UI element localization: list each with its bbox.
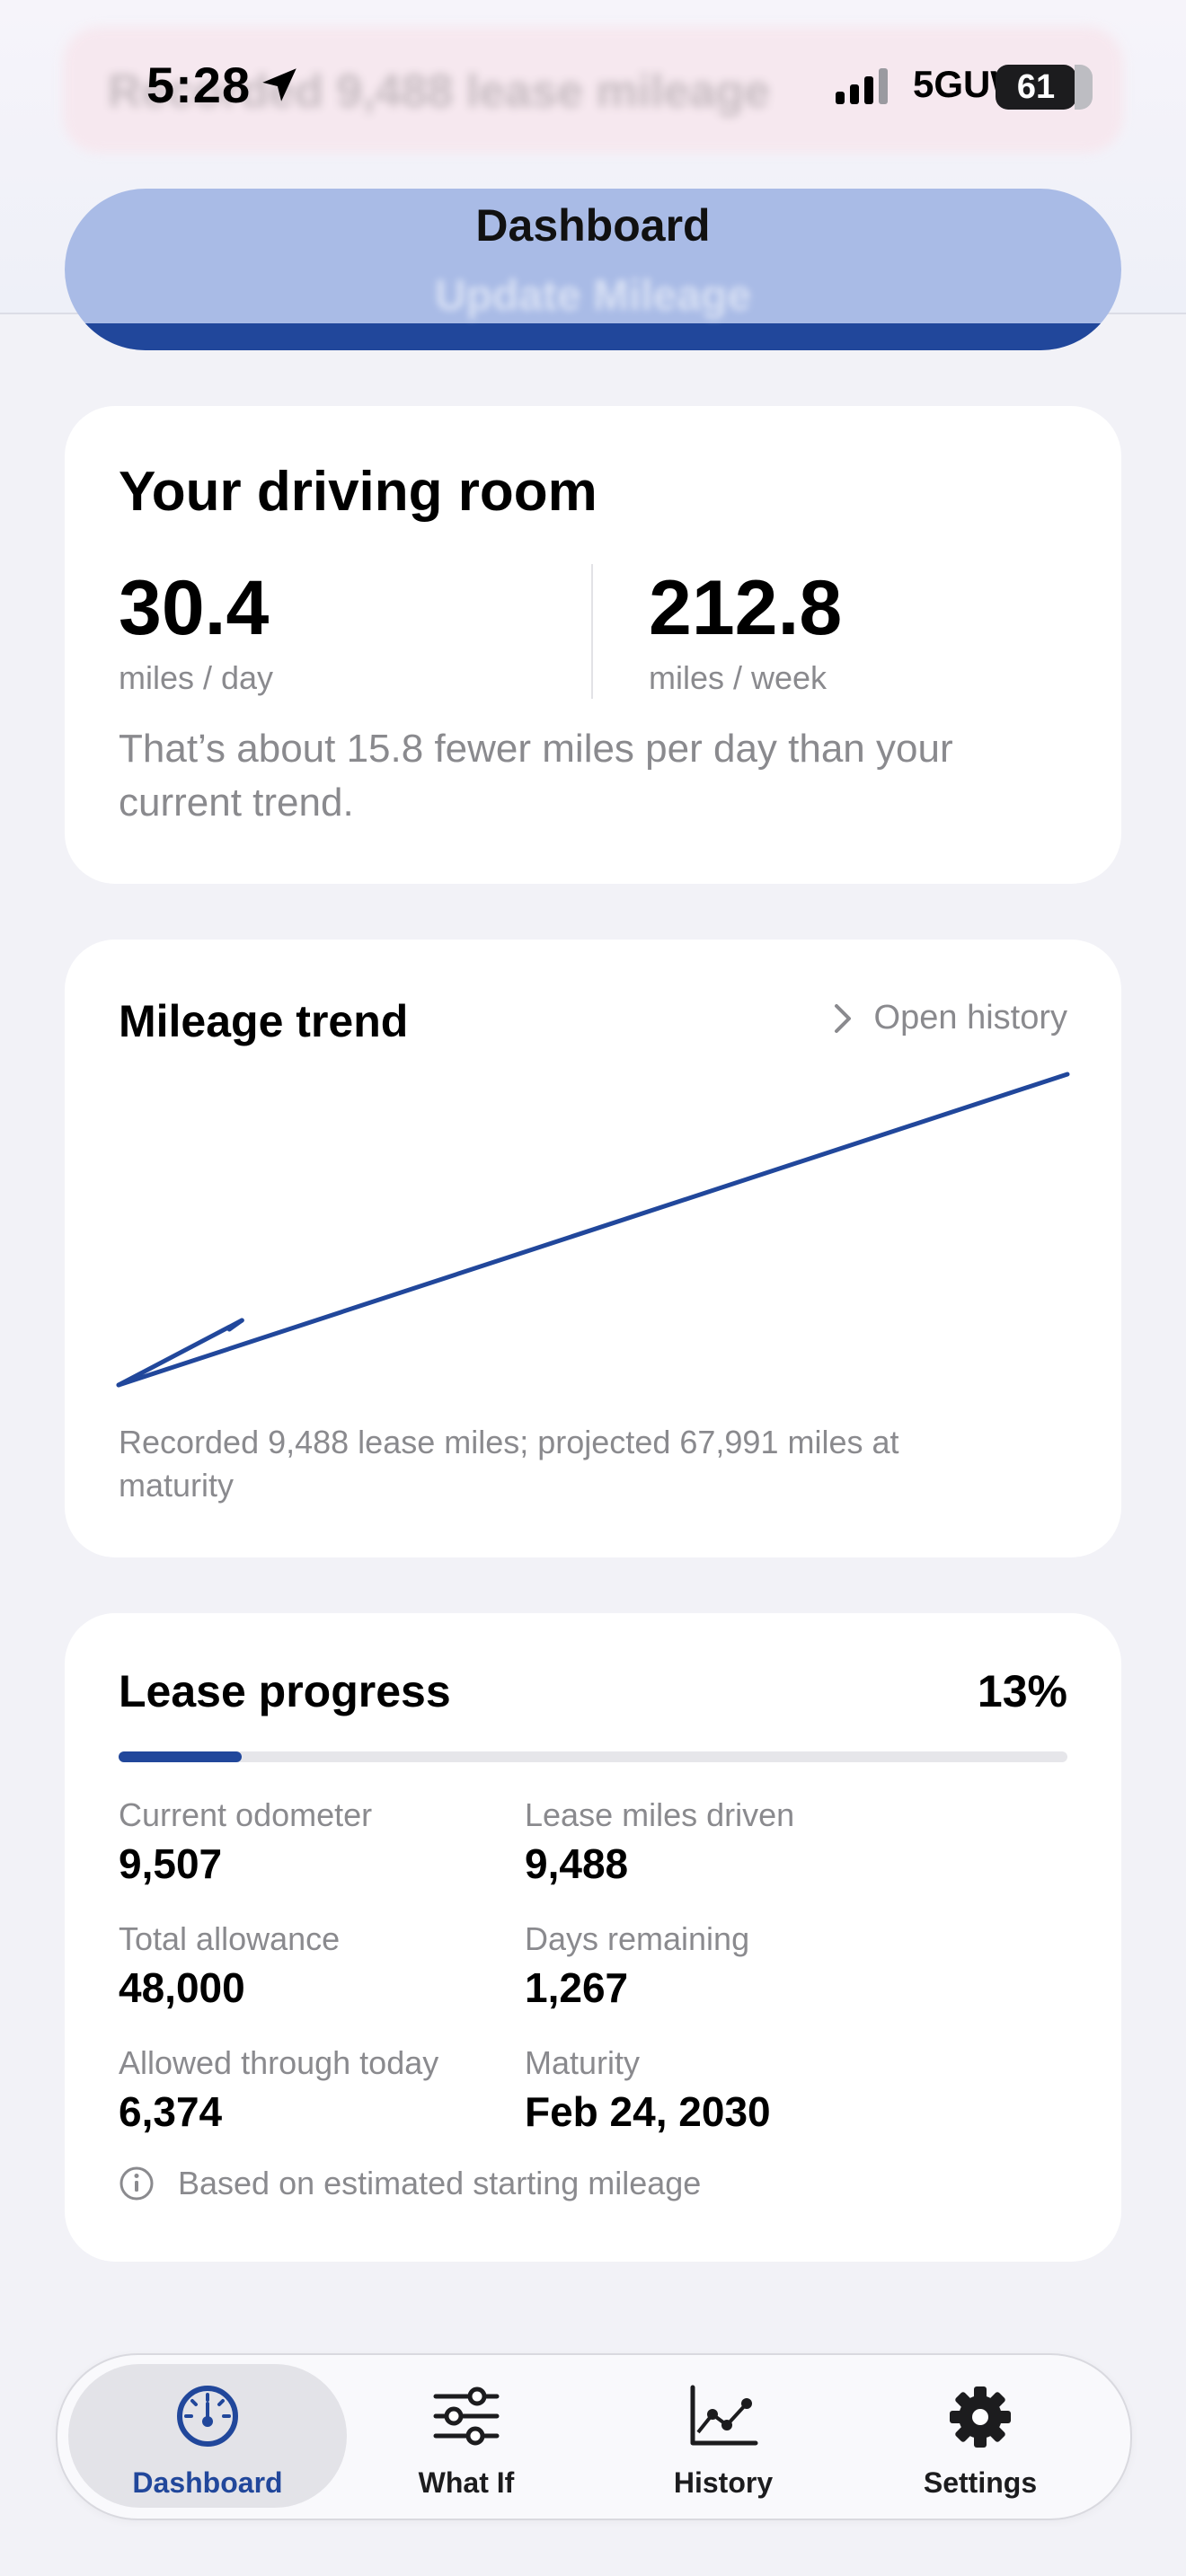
stat-label-total-allowance: Total allowance [119,1920,341,1957]
info-icon [119,2166,154,2201]
page-title: Dashboard [475,200,711,251]
location-arrow-icon [262,68,296,101]
tab-bar: Dashboard What If History Settings [56,2353,1132,2520]
tab-dashboard[interactable]: Dashboard [68,2364,347,2508]
tab-settings[interactable]: Settings [841,2364,1120,2508]
tab-history-label: History [673,2466,774,2499]
miles-per-day-unit: miles / day [119,659,274,696]
mileage-trend-card: Mileage trend Open history Recorded 9,48… [65,940,1121,1557]
stat-value-maturity: Feb 24, 2030 [525,2088,771,2135]
tab-what-if[interactable]: What If [327,2364,606,2508]
stat-divider [591,564,593,699]
cellular-signal-icon [836,68,888,104]
driving-room-note: That’s about 15.8 fewer miles per day th… [119,727,953,825]
projected-mileage-line [116,1072,1070,1388]
tab-history[interactable]: History [584,2364,863,2508]
driving-room-card: Your driving room 30.4 miles / day 212.8… [65,406,1121,884]
tab-what-if-label: What If [418,2466,515,2499]
battery-icon: 61 [996,65,1093,110]
gear-icon [950,2386,1011,2448]
mileage-trend-chart [116,1072,1070,1388]
sliders-icon [433,2386,500,2446]
update-button-bottom-edge [65,323,1121,350]
lease-progress-fill [119,1751,242,1762]
stat-label-days-remaining: Days remaining [525,1920,750,1957]
lease-progress-percent: 13% [977,1666,1067,1716]
lease-progress-bar [119,1751,1067,1762]
tab-dashboard-label: Dashboard [132,2466,283,2499]
status-time: 5:28 [146,57,252,113]
stat-label-current-odometer: Current odometer [119,1796,373,1833]
lease-progress-title: Lease progress [119,1666,451,1716]
status-bar: 5:28 5GUW 61 [0,0,1186,171]
estimated-start-label: Based on estimated starting mileage [178,2165,702,2201]
stat-value-current-odometer: 9,507 [119,1840,223,1887]
stat-label-lease-miles-driven: Lease miles driven [525,1796,795,1833]
estimated-start-note: Based on estimated starting mileage [119,2165,701,2202]
chart-icon [690,2385,758,2446]
update-mileage-label: Update Mileage [434,272,752,320]
stat-value-lease-miles-driven: 9,488 [525,1840,629,1887]
stat-value-allowed-through-today: 6,374 [119,2088,223,2135]
stat-value-days-remaining: 1,267 [525,1964,629,2011]
stat-label-maturity: Maturity [525,2044,641,2081]
gauge-icon [177,2386,238,2447]
mileage-trend-caption: Recorded 9,488 lease miles; projected 67… [119,1424,899,1504]
stat-value-total-allowance: 48,000 [119,1964,245,2011]
stat-label-allowed-through-today: Allowed through today [119,2044,439,2081]
miles-per-week-value: 212.8 [649,565,843,651]
miles-per-week-unit: miles / week [649,659,828,696]
lease-progress-card: Lease progress 13% Current odometer 9,50… [65,1613,1121,2262]
driving-room-title: Your driving room [119,461,597,523]
miles-per-day-value: 30.4 [119,565,270,651]
tab-settings-label: Settings [923,2466,1038,2499]
